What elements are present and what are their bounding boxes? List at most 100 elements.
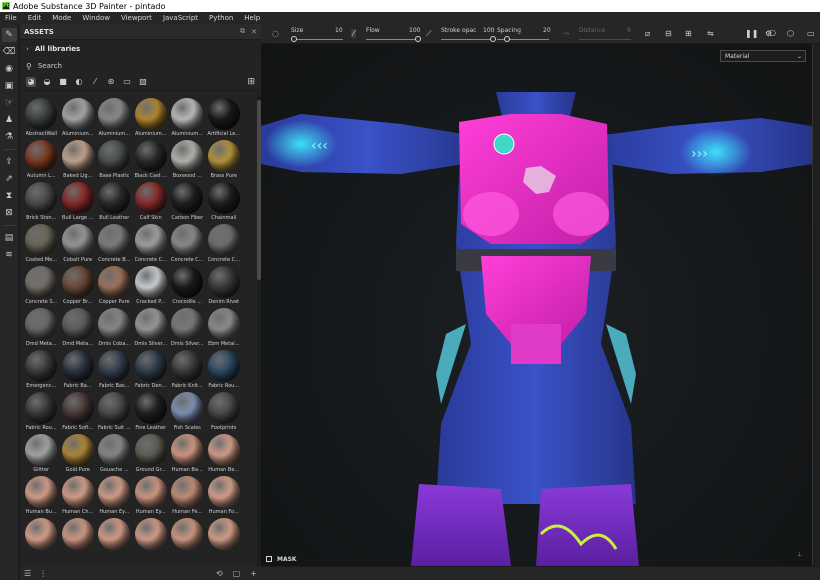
- viewport-mode-select[interactable]: Material ⌄: [720, 50, 806, 62]
- flow-slider-knob[interactable]: [415, 36, 421, 42]
- asset-tile[interactable]: [96, 516, 133, 558]
- asset-tile[interactable]: [206, 516, 243, 558]
- menu-edit[interactable]: Edit: [28, 14, 42, 22]
- clone-icon[interactable]: ♟: [2, 113, 17, 127]
- asset-tile[interactable]: Concrete C...: [133, 222, 170, 264]
- smudge-icon[interactable]: ☞: [2, 96, 17, 110]
- 3d-viewport[interactable]: ‹‹‹ ››› Material ⌄ ⊥: [261, 44, 812, 566]
- paint-brush-icon[interactable]: ✎: [1, 28, 17, 42]
- asset-tile[interactable]: Fabric Rou...: [206, 348, 243, 390]
- asset-tile[interactable]: Human Fe...: [169, 474, 206, 516]
- asset-tile[interactable]: Copper Br...: [60, 264, 97, 306]
- menu-window[interactable]: Window: [82, 14, 110, 22]
- asset-tile[interactable]: Fabric Bas...: [96, 348, 133, 390]
- asset-tile[interactable]: Coated Me...: [23, 222, 60, 264]
- asset-tile[interactable]: Fine Leather: [133, 390, 170, 432]
- asset-tile[interactable]: Fabric Den...: [133, 348, 170, 390]
- filter-environment-icon[interactable]: ▭: [122, 77, 132, 87]
- asset-tile[interactable]: Calf Skin: [133, 180, 170, 222]
- list-options-icon[interactable]: ⋮: [39, 569, 47, 578]
- layer-icon[interactable]: ≋: [2, 248, 17, 262]
- menu-help[interactable]: Help: [244, 14, 260, 22]
- asset-tile[interactable]: Human Be...: [206, 432, 243, 474]
- cube-icon[interactable]: ⬡: [787, 29, 794, 38]
- asset-tile[interactable]: Cobalt Pure: [60, 222, 97, 264]
- asset-tile[interactable]: [169, 516, 206, 558]
- menu-python[interactable]: Python: [209, 14, 233, 22]
- asset-tile[interactable]: Fabric Suit ...: [96, 390, 133, 432]
- asset-tile[interactable]: Glitter: [23, 432, 60, 474]
- asset-tile[interactable]: Ground Gr...: [133, 432, 170, 474]
- filter-image-icon[interactable]: ▨: [138, 77, 148, 87]
- asset-tile[interactable]: Human Ch...: [60, 474, 97, 516]
- asset-tile[interactable]: Carbon Fiber: [169, 180, 206, 222]
- asset-tile[interactable]: Aluminium...: [96, 96, 133, 138]
- filter-masks-icon[interactable]: ■: [58, 77, 68, 87]
- asset-tile[interactable]: Human Bu...: [23, 474, 60, 516]
- asset-tile[interactable]: Human Ey...: [133, 474, 170, 516]
- asset-tile[interactable]: AbstractWall: [23, 96, 60, 138]
- chart-icon[interactable]: ⊠: [2, 206, 17, 220]
- geometry-mask-icon[interactable]: ▣: [2, 79, 17, 93]
- brush-shape-icon[interactable]: ◌: [272, 29, 279, 38]
- size-slider-knob[interactable]: [290, 36, 297, 42]
- close-icon[interactable]: ✕: [251, 28, 257, 36]
- asset-tile[interactable]: Concrete S...: [23, 264, 60, 306]
- library-selector[interactable]: › All libraries: [20, 40, 261, 58]
- grid-view-icon[interactable]: ⊞: [247, 77, 255, 87]
- asset-tile[interactable]: Denim Rivet: [206, 264, 243, 306]
- asset-tile[interactable]: Copper Pure: [96, 264, 133, 306]
- menu-viewport[interactable]: Viewport: [121, 14, 152, 22]
- import-icon[interactable]: ▢: [233, 569, 241, 578]
- search-input[interactable]: ⚲ Search: [20, 59, 261, 73]
- menu-javascript[interactable]: JavaScript: [163, 14, 198, 22]
- asset-tile[interactable]: Chainmail: [206, 180, 243, 222]
- document-icon[interactable]: ▤: [2, 231, 17, 245]
- asset-tile[interactable]: Crocodile ...: [169, 264, 206, 306]
- asset-tile[interactable]: Baked Lig...: [60, 138, 97, 180]
- asset-tile[interactable]: Concrete B...: [96, 222, 133, 264]
- menu-mode[interactable]: Mode: [52, 14, 71, 22]
- pen-pressure-icon[interactable]: ⟋: [426, 29, 432, 39]
- asset-tile[interactable]: Dmd Meta...: [23, 306, 60, 348]
- asset-tile[interactable]: Gouache ...: [96, 432, 133, 474]
- bake-icon[interactable]: ⇪: [2, 155, 17, 169]
- asset-tile[interactable]: Fabric Knit...: [169, 348, 206, 390]
- asset-tile[interactable]: Gold Pure: [60, 432, 97, 474]
- asset-tile[interactable]: Bull Large ...: [60, 180, 97, 222]
- display-icon[interactable]: ▭: [807, 29, 815, 38]
- material-picker-icon[interactable]: ⚗: [2, 130, 17, 144]
- asset-tile[interactable]: Ebm Metal...: [206, 306, 243, 348]
- size-slider-track[interactable]: [291, 39, 343, 40]
- asset-tile[interactable]: Brass Pure: [206, 138, 243, 180]
- asset-tile[interactable]: Concrete C...: [169, 222, 206, 264]
- asset-tile[interactable]: Brick Ston...: [23, 180, 60, 222]
- brush-pen-icon[interactable]: ⁄: [351, 29, 357, 38]
- asset-tile[interactable]: Dmls Silver...: [169, 306, 206, 348]
- flow-slider-track[interactable]: [366, 39, 418, 40]
- stroke-opacity-slider-knob[interactable]: [490, 36, 496, 42]
- asset-tile[interactable]: Aluminium...: [169, 96, 206, 138]
- menu-file[interactable]: File: [5, 14, 17, 22]
- eraser-icon[interactable]: ⌫: [2, 45, 17, 59]
- asset-tile[interactable]: Aluminium...: [60, 96, 97, 138]
- lazy-mouse-icon[interactable]: ⤳: [563, 29, 569, 39]
- asset-tile[interactable]: [60, 516, 97, 558]
- pause-icon[interactable]: ❚❚: [745, 29, 758, 38]
- asset-tile[interactable]: Aluminium...: [133, 96, 170, 138]
- asset-tile[interactable]: Fabric Rou...: [23, 390, 60, 432]
- asset-tile[interactable]: Autumn L...: [23, 138, 60, 180]
- spacing-slider-knob[interactable]: [504, 36, 511, 42]
- asset-tile[interactable]: Boxwood ...: [169, 138, 206, 180]
- asset-tile[interactable]: Artificial Le...: [206, 96, 243, 138]
- asset-tile[interactable]: Dmd Meta...: [60, 306, 97, 348]
- filter-list-icon[interactable]: ☰: [24, 569, 31, 578]
- asset-tile[interactable]: Fabric Soft...: [60, 390, 97, 432]
- asset-tile[interactable]: Human Ey...: [96, 474, 133, 516]
- filter-textures-icon[interactable]: ◐: [74, 77, 84, 87]
- asset-tile[interactable]: Dmls Silver...: [133, 306, 170, 348]
- projection-icon[interactable]: ◉: [2, 62, 17, 76]
- asset-tile[interactable]: Human Fo...: [206, 474, 243, 516]
- mirror-axis-icon[interactable]: ⊞: [685, 29, 692, 38]
- asset-tile[interactable]: Dmls Coba...: [96, 306, 133, 348]
